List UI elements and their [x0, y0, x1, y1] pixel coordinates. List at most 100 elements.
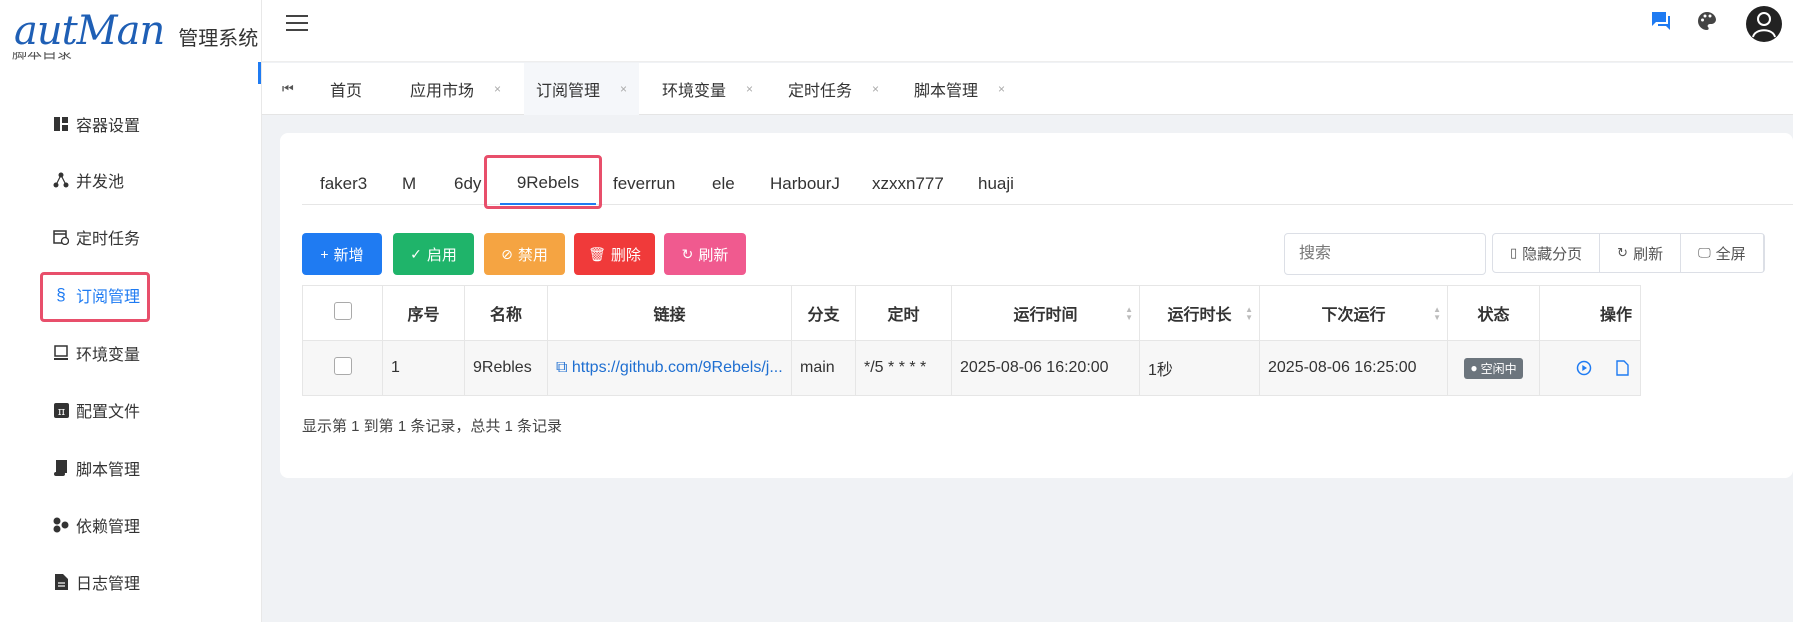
- enable-button[interactable]: ✓ 启用: [393, 233, 474, 275]
- chat-icon[interactable]: [1650, 10, 1672, 37]
- subtab[interactable]: xzxxn777: [872, 163, 944, 205]
- sidebar-item-concurrency-pool[interactable]: 并发池: [52, 165, 124, 195]
- sidebar-item-env-vars[interactable]: 环境变量: [52, 338, 140, 368]
- subscription-link[interactable]: https://github.com/9Rebels/j...: [572, 359, 783, 376]
- sidebar-item-container-settings[interactable]: 容器设置: [52, 109, 140, 139]
- pagination-info: 显示第 1 到第 1 条记录，总共 1 条记录: [302, 418, 563, 435]
- menu-toggle-icon[interactable]: [286, 15, 308, 33]
- fullscreen-button[interactable]: 🖵 全屏: [1681, 234, 1764, 272]
- table-refresh-label: 刷新: [1633, 245, 1664, 263]
- delete-button[interactable]: 🗑 删除: [574, 233, 655, 275]
- table-toolbar: ▯ 隐藏分页 ↻ 刷新 🖵 全屏: [1492, 233, 1765, 273]
- select-all-cell: [302, 285, 383, 341]
- cell-cron: */5 * * * *: [855, 340, 952, 396]
- enable-button-label: 启用: [426, 246, 457, 264]
- sort-icon[interactable]: ▲ ▼: [1245, 306, 1253, 322]
- header-branch[interactable]: 分支: [791, 285, 856, 341]
- sidebar-scroll-marker: [258, 62, 261, 84]
- subtab[interactable]: HarbourJ: [770, 163, 840, 205]
- tag-script-management[interactable]: 脚本管理 ×: [902, 63, 1017, 115]
- sidebar-item-dependencies[interactable]: 依赖管理: [52, 510, 140, 540]
- header-status[interactable]: 状态: [1447, 285, 1540, 341]
- sidebar: autMan 管理系统 脚本目录 容器设置 并发池 定时任务 § 订阅管理 环境…: [0, 0, 262, 622]
- header-index[interactable]: 序号: [382, 285, 465, 341]
- close-icon[interactable]: ×: [872, 82, 879, 96]
- layout-icon: [52, 115, 70, 133]
- tag-label: 脚本管理: [914, 83, 979, 100]
- sidebar-item-logs[interactable]: 日志管理: [52, 567, 140, 597]
- sidebar-item-cron-tasks[interactable]: 定时任务: [52, 222, 140, 252]
- close-icon[interactable]: ×: [998, 82, 1005, 96]
- header-link[interactable]: 链接: [547, 285, 792, 341]
- tag-app-market[interactable]: 应用市场 ×: [398, 63, 513, 115]
- hide-paging-label: 隐藏分页: [1522, 245, 1583, 263]
- run-icon[interactable]: [1576, 359, 1596, 376]
- refresh-button[interactable]: ↻ 刷新: [664, 233, 746, 275]
- plus-icon: +: [320, 246, 329, 262]
- refresh-icon: ↻: [681, 245, 694, 262]
- tag-label: 定时任务: [788, 83, 853, 100]
- palette-icon[interactable]: [1696, 10, 1718, 37]
- header-next-run[interactable]: 下次运行 ▲ ▼: [1259, 285, 1448, 341]
- table-header-row: 序号 名称 链接 分支 定时 运行时间 ▲ ▼ 运行时长 ▲ ▼ 下次运行 ▲ ▼ 状态 操…: [302, 285, 1642, 341]
- close-icon[interactable]: ×: [620, 82, 627, 96]
- sidebar-item-config-files[interactable]: π 配置文件: [52, 395, 140, 425]
- close-icon[interactable]: ×: [494, 82, 501, 96]
- highlight-box-subtab: [484, 155, 602, 209]
- cell-name: 9Rebles: [464, 340, 548, 396]
- add-button-label: 新增: [333, 246, 364, 264]
- cell-link: ⧉ https://github.com/9Rebels/j...: [547, 340, 792, 396]
- tag-home[interactable]: 首页: [330, 63, 362, 115]
- subtab[interactable]: 6dy: [454, 163, 481, 205]
- cell-actions: [1538, 340, 1642, 396]
- clock-icon: ●: [1470, 361, 1478, 375]
- header-actions: 操作: [1538, 285, 1642, 341]
- sidebar-partial-item-label: 脚本目录: [12, 52, 73, 62]
- tag-cron-tasks[interactable]: 定时任务 ×: [776, 63, 891, 115]
- sidebar-item-label: 环境变量: [76, 347, 141, 364]
- header-next-run-label: 下次运行: [1321, 307, 1386, 324]
- row-checkbox[interactable]: [333, 356, 352, 375]
- subscription-table: 序号 名称 链接 分支 定时 运行时间 ▲ ▼ 运行时长 ▲ ▼ 下次运行 ▲ ▼ 状态 操…: [302, 285, 1642, 396]
- table-refresh-button[interactable]: ↻ 刷新: [1600, 234, 1682, 272]
- tag-env-vars[interactable]: 环境变量 ×: [650, 63, 765, 115]
- header-run-time[interactable]: 运行时间 ▲ ▼: [951, 285, 1140, 341]
- tag-label: 首页: [330, 83, 363, 100]
- check-icon: ✓: [410, 245, 422, 262]
- trash-icon: 🗑: [588, 245, 606, 262]
- subtab[interactable]: M: [402, 163, 416, 205]
- disable-button[interactable]: ⊘ 禁用: [484, 233, 565, 275]
- sort-icon[interactable]: ▲ ▼: [1433, 306, 1441, 322]
- highlight-box-sidebar: [40, 272, 150, 322]
- header-duration-label: 运行时长: [1167, 307, 1232, 324]
- copy-icon[interactable]: ⧉: [556, 359, 567, 376]
- sidebar-item-script-management[interactable]: 脚本管理: [52, 453, 140, 483]
- cell-next-run: 2025-08-06 16:25:00: [1259, 340, 1448, 396]
- add-button[interactable]: + 新增: [302, 233, 382, 275]
- file-icon: [52, 573, 70, 591]
- ban-icon: ⊘: [501, 245, 513, 262]
- first-page-icon[interactable]: ⏮: [282, 81, 294, 97]
- user-avatar[interactable]: [1746, 6, 1782, 42]
- cell-duration: 1秒: [1139, 340, 1260, 396]
- disable-button-label: 禁用: [517, 246, 548, 264]
- cell-branch: main: [791, 340, 856, 396]
- sidebar-partial-item[interactable]: 脚本目录: [12, 52, 72, 64]
- sidebar-item-label: 依赖管理: [76, 519, 141, 536]
- status-label: 空闲中: [1480, 361, 1517, 376]
- tag-label: 订阅管理: [536, 83, 601, 100]
- subtab[interactable]: faker3: [320, 163, 367, 205]
- hide-paging-button[interactable]: ▯ 隐藏分页: [1493, 234, 1601, 272]
- tag-subscriptions[interactable]: 订阅管理 ×: [524, 63, 640, 115]
- subtab[interactable]: huaji: [978, 163, 1014, 205]
- select-all-checkbox[interactable]: [333, 301, 352, 320]
- close-icon[interactable]: ×: [746, 82, 753, 96]
- file-edit-icon[interactable]: [1616, 359, 1629, 376]
- header-duration[interactable]: 运行时长 ▲ ▼: [1139, 285, 1260, 341]
- header-cron[interactable]: 定时: [855, 285, 952, 341]
- subtab[interactable]: ele: [712, 163, 735, 205]
- header-name[interactable]: 名称: [464, 285, 548, 341]
- subtab[interactable]: feverrun: [613, 163, 675, 205]
- sort-icon[interactable]: ▲ ▼: [1125, 306, 1133, 322]
- search-input[interactable]: [1284, 233, 1486, 275]
